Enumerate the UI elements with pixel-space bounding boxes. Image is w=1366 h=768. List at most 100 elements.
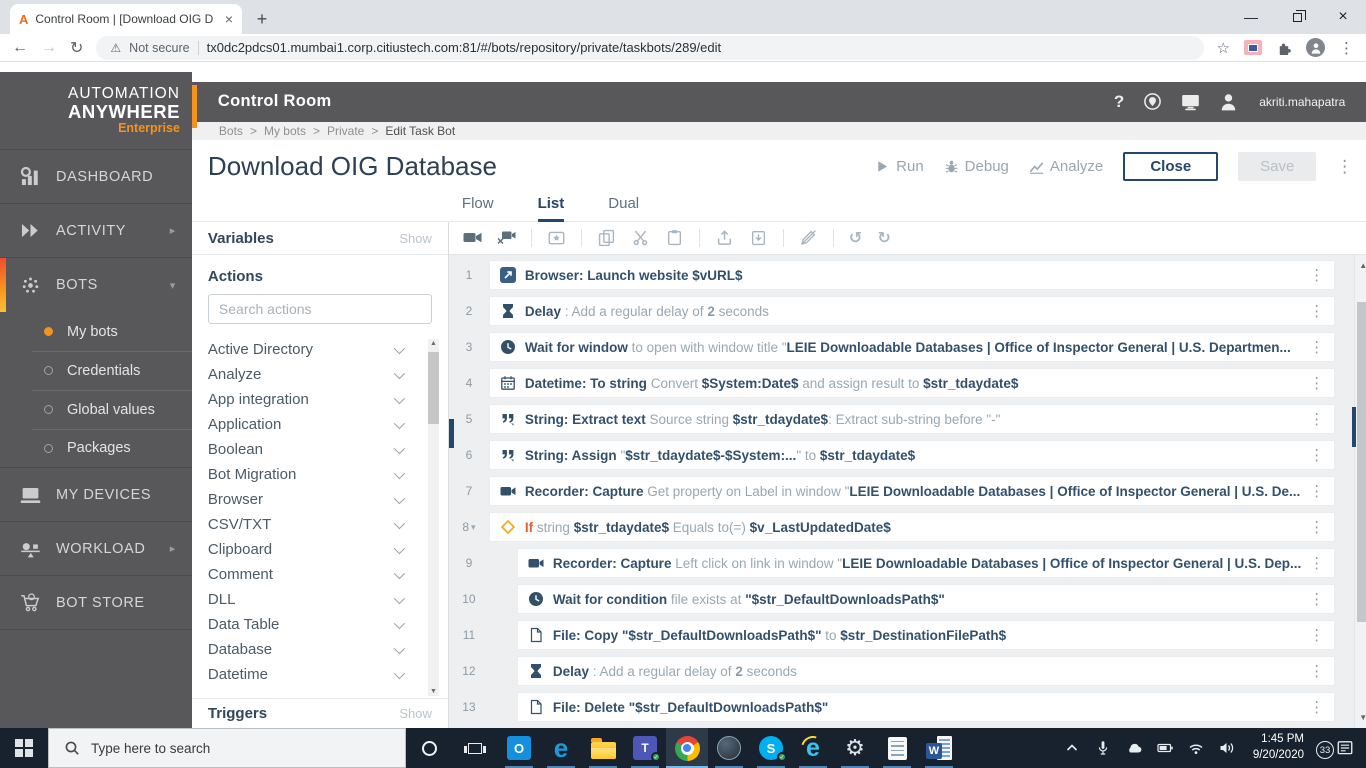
pen-slash-button[interactable] bbox=[799, 229, 818, 247]
row-menu-icon[interactable]: ⋮ bbox=[1309, 266, 1324, 284]
tab-dual[interactable]: Dual bbox=[608, 195, 639, 222]
close-button[interactable]: Close bbox=[1123, 152, 1219, 181]
sidebar-item-bot-store[interactable]: BOT STORE bbox=[0, 576, 192, 630]
tab-flow[interactable]: Flow bbox=[462, 195, 494, 222]
action-card[interactable]: Datetime: To string Convert $System:Date… bbox=[488, 368, 1336, 398]
action-category-bot-migration[interactable]: Bot Migration bbox=[208, 462, 448, 487]
download-button[interactable] bbox=[749, 229, 768, 247]
browser-tab[interactable]: A Control Room | [Download OIG D × bbox=[10, 4, 242, 34]
scroll-down-icon[interactable]: ▼ bbox=[428, 688, 439, 695]
action-row[interactable]: 4 Datetime: To string Convert $System:Dat… bbox=[449, 368, 1366, 398]
action-card[interactable]: Browser: Launch website $vURL$ ⋮ bbox=[488, 260, 1336, 290]
action-row[interactable]: 10 Wait for condition file exists at "$st… bbox=[449, 584, 1366, 614]
sidebar-item-activity[interactable]: ACTIVITY ▸ bbox=[0, 204, 192, 258]
breadcrumb-link[interactable]: My bots bbox=[264, 124, 306, 138]
action-row[interactable]: 11 File: Copy "$str_DefaultDownloadsPath$… bbox=[449, 620, 1366, 650]
action-row[interactable]: 1 Browser: Launch website $vURL$ ⋮ bbox=[449, 260, 1366, 290]
action-row[interactable]: 5 String: Extract text Source string $str… bbox=[449, 404, 1366, 434]
tray-battery-button[interactable] bbox=[1157, 739, 1173, 757]
row-menu-icon[interactable]: ⋮ bbox=[1309, 374, 1324, 392]
list-scrollbar-thumb[interactable] bbox=[1357, 302, 1366, 622]
triggers-show-link[interactable]: Show bbox=[399, 706, 432, 721]
row-menu-icon[interactable]: ⋮ bbox=[1309, 698, 1324, 716]
row-menu-icon[interactable]: ⋮ bbox=[1309, 554, 1324, 572]
sidebar-item-global-values[interactable]: Global values bbox=[0, 390, 192, 429]
action-card[interactable]: Recorder: Capture Get property on Label … bbox=[488, 476, 1336, 506]
new-tab-button[interactable]: + bbox=[248, 5, 276, 33]
action-row[interactable]: 2 Delay : Add a regular delay of 2 second… bbox=[449, 296, 1366, 326]
action-card[interactable]: Wait for condition file exists at "$str_… bbox=[516, 584, 1336, 614]
devices-monitor-icon[interactable] bbox=[1181, 92, 1200, 111]
save-button[interactable]: Save bbox=[1238, 152, 1317, 181]
list-scroll-down-icon[interactable]: ▼ bbox=[1355, 713, 1366, 722]
taskbar-app-file-explorer[interactable] bbox=[582, 728, 624, 768]
taskbar-app-internet-explorer[interactable]: e bbox=[792, 728, 834, 768]
action-category-comment[interactable]: Comment bbox=[208, 562, 448, 587]
taskbar-app-outlook[interactable]: O bbox=[498, 728, 540, 768]
actions-scrollbar[interactable]: ▲ ▼ bbox=[427, 339, 439, 696]
sidebar-item-dashboard[interactable]: DASHBOARD bbox=[0, 150, 192, 204]
upload-button[interactable] bbox=[715, 229, 734, 247]
action-card[interactable]: Delay : Add a regular delay of 2 seconds… bbox=[516, 656, 1336, 686]
window-close-button[interactable]: × bbox=[1320, 8, 1366, 26]
copy-button[interactable] bbox=[597, 229, 616, 247]
action-category-clipboard[interactable]: Clipboard bbox=[208, 537, 448, 562]
taskbar-app-teams[interactable]: T ✓ bbox=[624, 728, 666, 768]
redo-icon[interactable]: ↻ bbox=[877, 228, 890, 248]
window-restore-button[interactable] bbox=[1274, 9, 1320, 25]
action-category-datetime[interactable]: Datetime bbox=[208, 662, 448, 687]
sidebar-item-bots[interactable]: BOTS ▾ bbox=[0, 258, 192, 312]
title-menu-icon[interactable]: ⋮ bbox=[1336, 157, 1353, 177]
tab-list[interactable]: List bbox=[537, 195, 565, 222]
taskbar-app-settings[interactable]: ⚙ bbox=[834, 728, 876, 768]
action-card[interactable]: File: Copy "$str_DefaultDownloadsPath$" … bbox=[516, 620, 1336, 650]
sidebar-item-my-bots[interactable]: My bots bbox=[0, 312, 192, 351]
analyze-button[interactable]: Analyze bbox=[1029, 158, 1103, 175]
action-card[interactable]: Wait for window to open with window titl… bbox=[488, 332, 1336, 362]
taskbar-clock[interactable]: 1:45 PM 9/20/2020 bbox=[1250, 732, 1307, 763]
taskbar-app-word[interactable]: W bbox=[918, 728, 960, 768]
action-card[interactable]: If string $str_tdaydate$ Equals to(=) $v… bbox=[488, 512, 1336, 542]
list-scrollbar[interactable]: ▲ ▼ bbox=[1354, 255, 1366, 728]
action-card[interactable]: Recorder: Capture Left click on link in … bbox=[516, 548, 1336, 578]
sidebar-item-credentials[interactable]: Credentials bbox=[0, 351, 192, 390]
action-row[interactable]: 6 String: Assign "$str_tdaydate$-$System:… bbox=[449, 440, 1366, 470]
action-row[interactable]: 12 Delay : Add a regular delay of 2 secon… bbox=[449, 656, 1366, 686]
list-scroll-up-icon[interactable]: ▲ bbox=[1355, 261, 1366, 270]
sidebar-item-workload[interactable]: WORKLOAD ▸ bbox=[0, 522, 192, 576]
tray-wifi-button[interactable] bbox=[1188, 739, 1204, 757]
taskbar-search-box[interactable]: Type here to search bbox=[48, 728, 406, 768]
action-card[interactable]: String: Assign "$str_tdaydate$-$System:.… bbox=[488, 440, 1336, 470]
action-category-dll[interactable]: DLL bbox=[208, 587, 448, 612]
scrollbar-thumb[interactable] bbox=[427, 352, 439, 424]
sidebar-item-my-devices[interactable]: MY DEVICES bbox=[0, 468, 192, 522]
collapse-chevron-icon[interactable]: ▾ bbox=[471, 522, 476, 533]
breadcrumb-link[interactable]: Private bbox=[327, 124, 364, 138]
tray-speaker-button[interactable] bbox=[1219, 739, 1235, 757]
start-button[interactable] bbox=[0, 728, 48, 768]
user-icon[interactable] bbox=[1219, 92, 1238, 111]
taskbar-app-edge[interactable]: e bbox=[540, 728, 582, 768]
action-row[interactable]: 7 Recorder: Capture Get property on Label… bbox=[449, 476, 1366, 506]
record-button[interactable] bbox=[463, 229, 482, 247]
row-menu-icon[interactable]: ⋮ bbox=[1309, 302, 1324, 320]
row-menu-icon[interactable]: ⋮ bbox=[1309, 410, 1324, 428]
action-category-csv-txt[interactable]: CSV/TXT bbox=[208, 512, 448, 537]
action-category-boolean[interactable]: Boolean bbox=[208, 437, 448, 462]
tray-mic-button[interactable] bbox=[1095, 739, 1111, 757]
variables-show-link[interactable]: Show bbox=[399, 231, 432, 246]
row-menu-icon[interactable]: ⋮ bbox=[1309, 626, 1324, 644]
action-category-active-directory[interactable]: Active Directory bbox=[208, 337, 448, 362]
row-menu-icon[interactable]: ⋮ bbox=[1309, 518, 1324, 536]
globe-icon[interactable] bbox=[1143, 92, 1162, 111]
row-menu-icon[interactable]: ⋮ bbox=[1309, 662, 1324, 680]
task-view-button[interactable] bbox=[452, 728, 498, 768]
debug-button[interactable]: Debug bbox=[944, 158, 1009, 175]
taskbar-app-chrome[interactable] bbox=[666, 728, 708, 768]
undo-icon[interactable]: ↺ bbox=[849, 228, 862, 248]
action-category-app-integration[interactable]: App integration bbox=[208, 387, 448, 412]
action-row[interactable]: 9 Recorder: Capture Left click on link in… bbox=[449, 548, 1366, 578]
forward-icon[interactable]: → bbox=[41, 39, 57, 57]
action-card[interactable]: String: Extract text Source string $str_… bbox=[488, 404, 1336, 434]
tray-chevron-up-button[interactable] bbox=[1064, 739, 1080, 757]
